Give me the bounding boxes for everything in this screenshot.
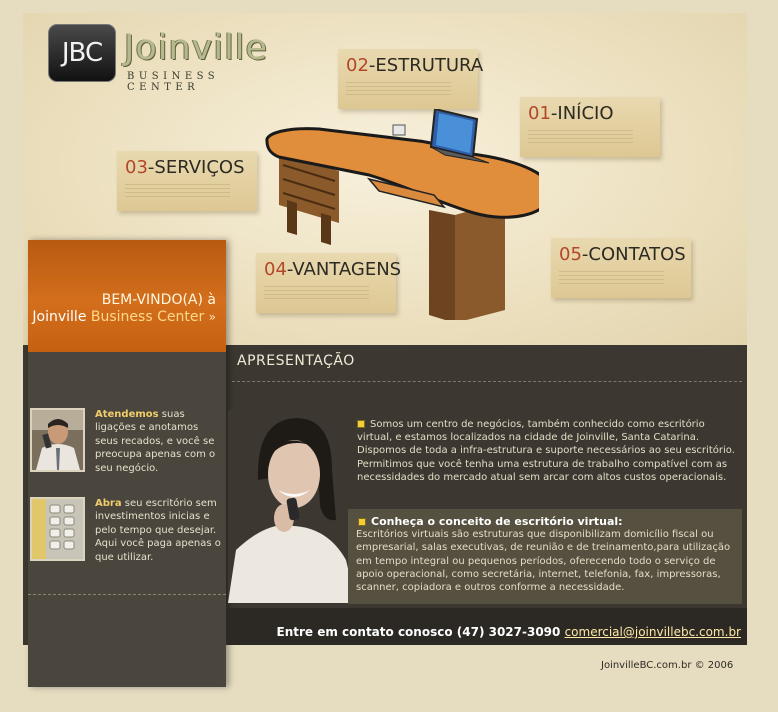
nav-number: 05 xyxy=(559,244,582,265)
nav-item-servicos[interactable]: 03-SERVIÇOS xyxy=(117,151,257,211)
logo-name: Joinville xyxy=(124,28,269,68)
nav-label: -VANTAGENS xyxy=(286,259,402,280)
man-on-phone-photo xyxy=(30,408,85,472)
nav-label: -SERVIÇOS xyxy=(147,157,245,178)
contact-email-link[interactable]: comercial@joinvillebc.com.br xyxy=(565,625,741,639)
logo[interactable]: JBC Joinville BUSINESS CENTER xyxy=(48,24,293,93)
bullet-icon xyxy=(358,518,366,526)
nav-number: 01 xyxy=(528,103,551,124)
nav-number: 03 xyxy=(125,157,148,178)
nav-label: -ESTRUTURA xyxy=(368,55,484,76)
nav-item-inicio[interactable]: 01-INÍCIO xyxy=(520,97,660,157)
nav-item-estrutura[interactable]: 02-ESTRUTURA xyxy=(338,49,483,109)
welcome-subtitle: Joinville Business Center » xyxy=(32,309,216,325)
woman-on-phone-photo xyxy=(228,410,358,603)
footer-copyright: JoinvilleBC.com.br © 2006 xyxy=(601,660,734,671)
welcome-block[interactable]: BEM-VINDO(A) à Joinville Business Center… xyxy=(28,240,226,352)
contact-bar: Entre em contato conosco (47) 3027-3090 … xyxy=(226,608,747,645)
nav-item-contatos[interactable]: 05-CONTATOS xyxy=(551,238,691,298)
phone-keypad-photo xyxy=(30,497,85,561)
logo-mark: JBC xyxy=(48,24,116,82)
divider xyxy=(28,594,226,595)
welcome-title: BEM-VINDO(A) à xyxy=(101,292,216,308)
page-title: APRESENTAÇÃO xyxy=(237,353,355,369)
sidebar-text: Atendemos suas ligações e anotamos seus … xyxy=(95,409,216,474)
nav-label: -INÍCIO xyxy=(550,103,614,124)
sidebar: BEM-VINDO(A) à Joinville Business Center… xyxy=(28,240,226,687)
logo-subtitle: BUSINESS CENTER xyxy=(127,71,220,93)
nav-label: -CONTATOS xyxy=(581,244,686,265)
double-chevron-icon: » xyxy=(208,310,216,324)
intro-paragraph: Somos um centro de negócios, também conh… xyxy=(357,419,735,483)
sidebar-text: Abra seu escritório sem investimentos in… xyxy=(95,498,221,563)
bullet-icon xyxy=(357,420,365,428)
nav-item-vantagens[interactable]: 04-VANTAGENS xyxy=(256,253,401,313)
contact-info: Entre em contato conosco (47) 3027-3090 … xyxy=(276,625,741,639)
nav-number: 04 xyxy=(264,259,287,280)
divider xyxy=(232,381,742,382)
concept-title: Conheça o conceito de escritório virtual… xyxy=(358,515,734,528)
concept-box: Conheça o conceito de escritório virtual… xyxy=(348,509,742,604)
concept-text: Escritórios virtuais são estruturas que … xyxy=(356,529,731,594)
nav-number: 02 xyxy=(346,55,369,76)
